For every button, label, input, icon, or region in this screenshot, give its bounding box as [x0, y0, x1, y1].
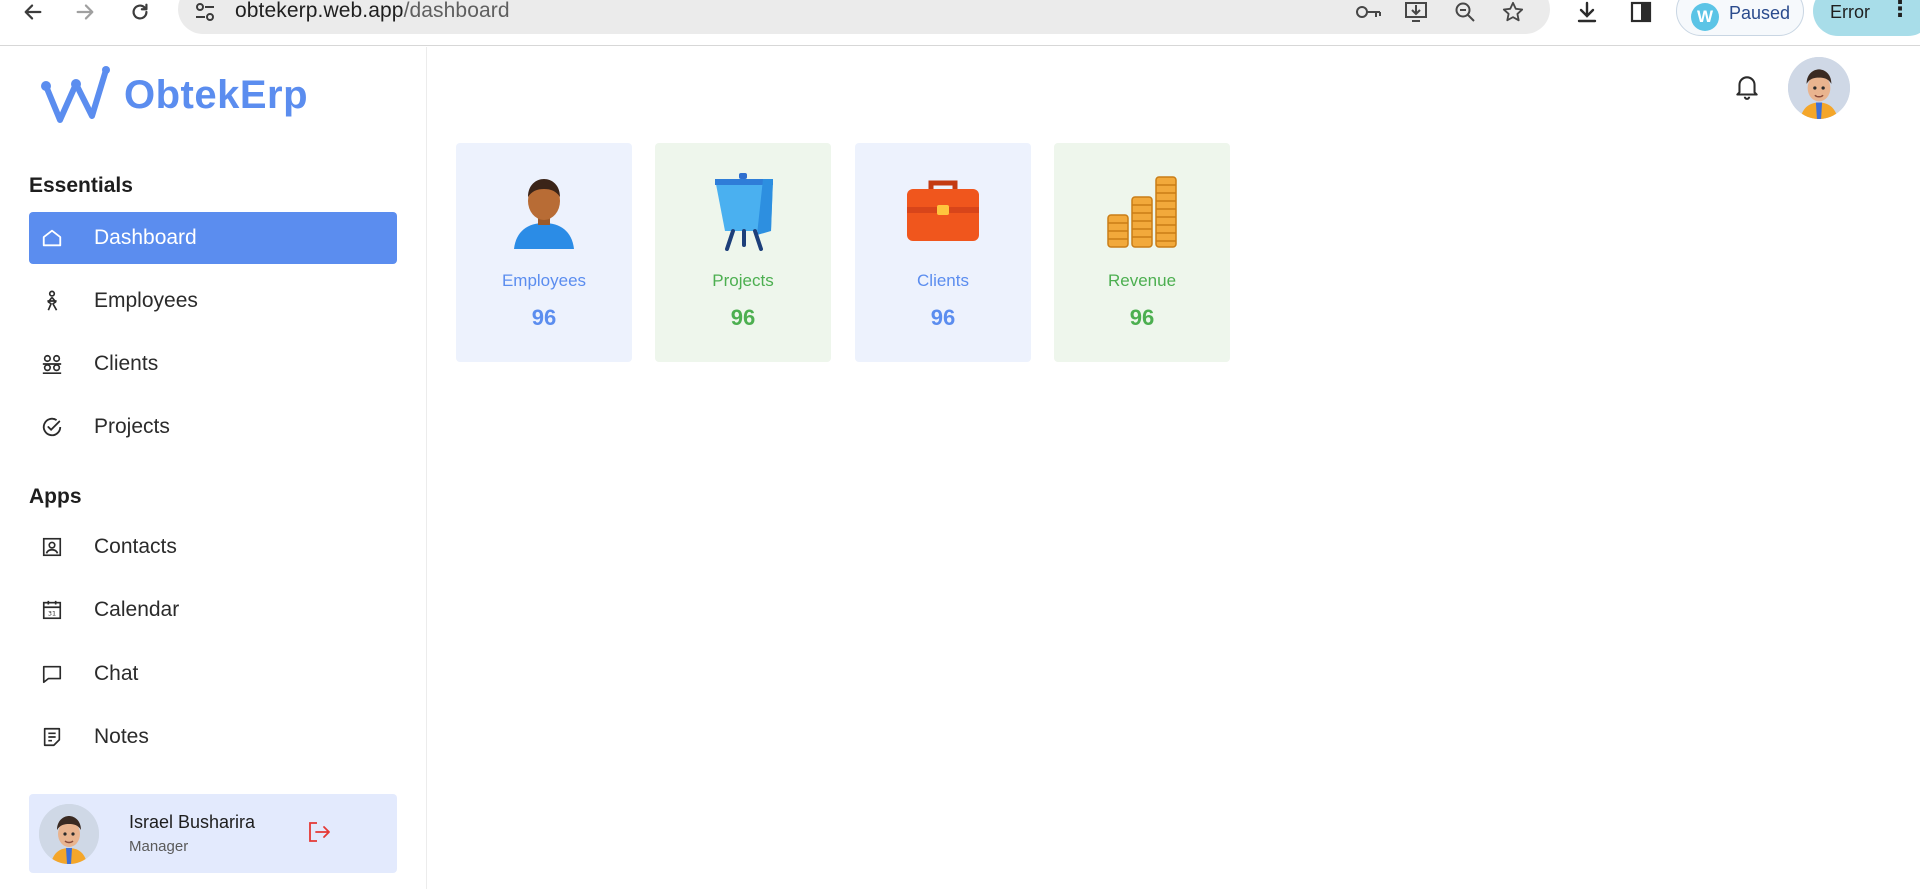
- logout-icon[interactable]: [307, 821, 333, 845]
- header-avatar[interactable]: [1788, 57, 1850, 119]
- reload-icon[interactable]: [125, 0, 155, 24]
- address-bar[interactable]: obtekerp.web.app/dashboard: [178, 0, 1550, 34]
- section-title-essentials: Essentials: [29, 174, 133, 197]
- profile-status: Paused: [1729, 3, 1791, 23]
- avatar[interactable]: [39, 804, 99, 864]
- stat-value: 96: [930, 305, 956, 330]
- key-icon[interactable]: [1356, 0, 1382, 24]
- sidebar-item-calendar[interactable]: 31 Calendar: [29, 584, 397, 636]
- user-name: Israel Busharira: [129, 812, 256, 832]
- sidebar-item-label: Dashboard: [94, 226, 197, 249]
- main-content: Employees 96 Projects 96 Clients 96 Reve…: [428, 47, 1920, 889]
- stat-label: Clients: [917, 271, 969, 290]
- user-role: Manager: [129, 838, 189, 855]
- sidebar-item-label: Chat: [94, 662, 139, 685]
- sidebar-item-label: Notes: [94, 725, 149, 748]
- stat-label: Employees: [501, 271, 587, 290]
- sidebar-item-projects[interactable]: Projects: [29, 401, 397, 453]
- brand-logo[interactable]: ObtekErp: [40, 65, 308, 125]
- brand-name: ObtekErp: [124, 72, 309, 117]
- contact-card-icon: [40, 535, 64, 559]
- install-app-icon[interactable]: [1404, 0, 1430, 24]
- download-icon[interactable]: [1572, 0, 1602, 24]
- svg-text:31: 31: [48, 610, 56, 618]
- site-info-icon[interactable]: [194, 2, 216, 22]
- person-walking-icon: [40, 289, 64, 313]
- stat-card-revenue[interactable]: Revenue 96: [1054, 143, 1230, 362]
- logo-mark-icon: [41, 66, 110, 123]
- sidebar: ObtekErp Essentials Dashboard Employees …: [0, 47, 427, 889]
- stat-value: 96: [730, 305, 756, 330]
- browser-toolbar: obtekerp.web.app/dashboard W Paused Erro…: [0, 0, 1920, 46]
- sidebar-item-contacts[interactable]: Contacts: [29, 521, 397, 573]
- sidebar-item-dashboard[interactable]: Dashboard: [29, 212, 397, 264]
- stat-card-projects[interactable]: Projects 96: [655, 143, 831, 362]
- briefcase-icon: [903, 171, 983, 251]
- profile-avatar: W: [1691, 3, 1719, 31]
- stat-value: 96: [531, 305, 557, 330]
- sidebar-item-label: Employees: [94, 289, 198, 312]
- sidebar-item-employees[interactable]: Employees: [29, 275, 397, 327]
- presentation-board-icon: [703, 171, 783, 251]
- back-arrow-icon[interactable]: [18, 0, 48, 24]
- stat-card-employees[interactable]: Employees 96: [456, 143, 632, 362]
- notes-icon: [40, 725, 64, 749]
- more-menu-icon[interactable]: ⋮: [1889, 0, 1911, 20]
- forward-arrow-icon[interactable]: [70, 0, 100, 24]
- error-label: Error: [1830, 2, 1870, 22]
- stat-value: 96: [1129, 305, 1155, 330]
- sidebar-item-label: Clients: [94, 352, 159, 375]
- error-chip[interactable]: Error ⋮: [1813, 0, 1920, 36]
- home-icon: [40, 226, 64, 250]
- zoom-out-icon[interactable]: [1452, 0, 1478, 24]
- stat-card-clients[interactable]: Clients 96: [855, 143, 1031, 362]
- check-circle-icon: [40, 415, 64, 439]
- section-title-apps: Apps: [29, 485, 82, 508]
- user-profile-card[interactable]: Israel Busharira Manager: [29, 794, 397, 873]
- bookmark-star-icon[interactable]: [1500, 0, 1526, 24]
- stat-label: Projects: [712, 271, 774, 290]
- sidebar-item-chat[interactable]: Chat: [29, 648, 397, 700]
- sidebar-item-label: Contacts: [94, 535, 177, 558]
- users-group-icon: [40, 352, 64, 376]
- side-panel-icon[interactable]: [1626, 0, 1656, 24]
- chat-bubble-icon: [40, 662, 64, 686]
- stat-label: Revenue: [1107, 271, 1177, 290]
- sidebar-item-clients[interactable]: Clients: [29, 338, 397, 390]
- notification-bell-icon[interactable]: [1734, 73, 1762, 103]
- calendar-icon: 31: [40, 598, 64, 622]
- sidebar-item-label: Projects: [94, 415, 170, 438]
- coins-stack-icon: [1102, 171, 1182, 251]
- profile-paused-chip[interactable]: W Paused: [1676, 0, 1804, 36]
- person-icon: [504, 171, 584, 251]
- sidebar-item-label: Calendar: [94, 598, 180, 621]
- url-text: obtekerp.web.app/dashboard: [235, 0, 510, 22]
- sidebar-item-notes[interactable]: Notes: [29, 711, 397, 763]
